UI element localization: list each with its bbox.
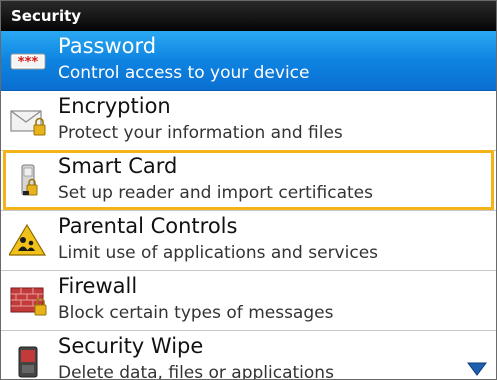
list-item-description: Protect your information and files xyxy=(58,123,343,143)
list-item-smart-card[interactable]: Smart Card Set up reader and import cert… xyxy=(1,151,496,211)
list-item-name: Smart Card xyxy=(58,154,178,178)
firewall-icon xyxy=(9,283,49,319)
list-item-description: Control access to your device xyxy=(58,63,310,83)
page-title: Security xyxy=(1,1,496,31)
list-item-description: Limit use of applications and services xyxy=(58,243,379,263)
list-item-parental-controls[interactable]: Parental Controls Limit use of applicati… xyxy=(1,211,496,271)
password-icon: *** xyxy=(9,43,49,79)
list-item-description: Set up reader and import certificates xyxy=(58,183,373,203)
parental-controls-icon xyxy=(7,223,49,259)
list-item-name: Encryption xyxy=(58,94,171,118)
smart-card-icon xyxy=(9,163,49,199)
list-item-description: Delete data, files or applications xyxy=(58,363,334,380)
list-item-name: Security Wipe xyxy=(58,334,204,358)
list-item-firewall[interactable]: Firewall Block certain types of messages xyxy=(1,271,496,331)
encryption-icon xyxy=(9,103,49,139)
list-item-encryption[interactable]: Encryption Protect your information and … xyxy=(1,91,496,151)
security-options-list: *** Password Control access to your devi… xyxy=(1,31,496,380)
svg-text:***: *** xyxy=(18,55,39,70)
security-screen: Security *** Password Control access to … xyxy=(0,0,497,380)
list-item-description: Block certain types of messages xyxy=(58,303,334,323)
list-item-password[interactable]: *** Password Control access to your devi… xyxy=(1,31,496,91)
list-item-name: Password xyxy=(58,34,157,58)
list-item-name: Firewall xyxy=(58,274,138,298)
security-wipe-icon xyxy=(9,343,49,379)
list-item-security-wipe[interactable]: Security Wipe Delete data, files or appl… xyxy=(1,331,496,380)
list-item-name: Parental Controls xyxy=(58,214,238,238)
scroll-down-arrow-icon[interactable] xyxy=(467,361,487,376)
